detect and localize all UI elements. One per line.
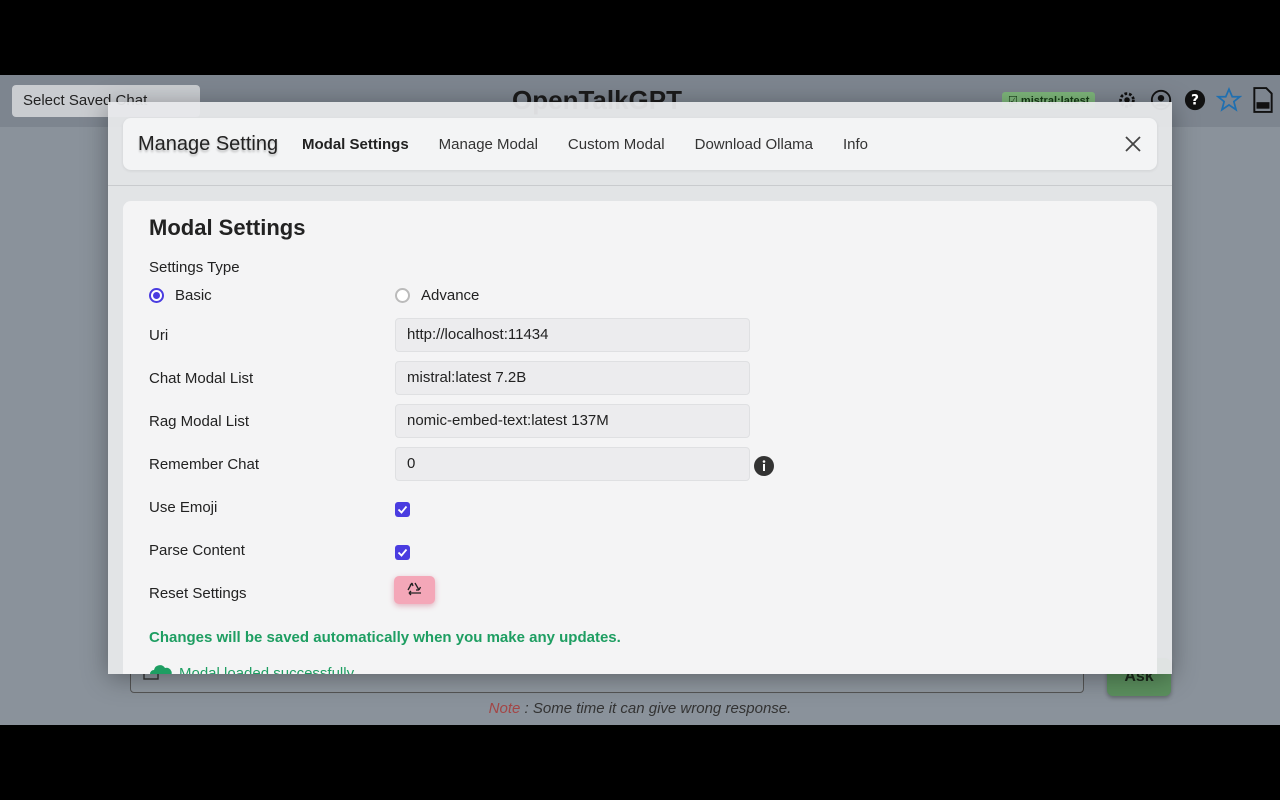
modal-header: Manage Setting Modal Settings Manage Mod… bbox=[123, 118, 1157, 170]
question-icon[interactable]: ? bbox=[1182, 87, 1208, 113]
parse-content-label: Parse Content bbox=[149, 542, 245, 559]
parse-content-checkbox[interactable] bbox=[395, 545, 410, 560]
uri-label: Uri bbox=[149, 327, 169, 344]
use-emoji-label: Use Emoji bbox=[149, 499, 218, 516]
reset-settings-label: Reset Settings bbox=[149, 585, 247, 602]
modal-tabs: Modal Settings Manage Modal Custom Modal… bbox=[302, 136, 868, 153]
cloud-icon bbox=[149, 663, 173, 674]
modal-settings-panel: Modal Settings Settings Type Basic Advan… bbox=[123, 201, 1157, 674]
note-label: Note bbox=[488, 700, 521, 717]
radio-advance-dot[interactable] bbox=[395, 288, 410, 303]
settings-type-label: Settings Type bbox=[149, 259, 240, 276]
uri-field[interactable]: http://localhost:11434 bbox=[395, 318, 750, 352]
recycle-icon bbox=[406, 582, 421, 596]
settings-modal: Manage Setting Modal Settings Manage Mod… bbox=[108, 102, 1172, 674]
header-divider bbox=[108, 185, 1172, 186]
tab-manage-modal[interactable]: Manage Modal bbox=[439, 136, 538, 153]
autosave-note: Changes will be saved automatically when… bbox=[149, 629, 621, 646]
tab-modal-settings[interactable]: Modal Settings bbox=[302, 136, 409, 153]
tab-download-ollama[interactable]: Download Ollama bbox=[695, 136, 813, 153]
rag-modal-select[interactable]: nomic-embed-text:latest 137M bbox=[395, 404, 750, 438]
star-icon[interactable] bbox=[1216, 87, 1242, 113]
chat-modal-select[interactable]: mistral:latest 7.2B bbox=[395, 361, 750, 395]
close-icon[interactable] bbox=[1121, 132, 1145, 156]
radio-basic[interactable]: Basic bbox=[149, 287, 212, 304]
status-message: Modal loaded successfully bbox=[149, 663, 354, 674]
radio-advance-label: Advance bbox=[421, 287, 480, 304]
info-icon[interactable] bbox=[753, 455, 775, 477]
chat-modal-label: Chat Modal List bbox=[149, 370, 254, 387]
radio-advance[interactable]: Advance bbox=[395, 287, 479, 304]
use-emoji-checkbox[interactable] bbox=[395, 502, 410, 517]
tab-info[interactable]: Info bbox=[843, 136, 868, 153]
remember-chat-label: Remember Chat bbox=[149, 456, 260, 473]
rag-modal-label: Rag Modal List bbox=[149, 413, 250, 430]
modal-title: Manage Setting bbox=[138, 133, 279, 155]
status-text: Modal loaded successfully bbox=[179, 664, 355, 675]
reset-settings-button[interactable] bbox=[394, 576, 435, 604]
tab-custom-modal[interactable]: Custom Modal bbox=[568, 136, 665, 153]
svg-text:?: ? bbox=[1191, 93, 1199, 109]
note-message: : Some time it can give wrong response. bbox=[520, 700, 792, 717]
remember-chat-input[interactable]: 0 bbox=[395, 447, 750, 481]
panel-heading: Modal Settings bbox=[149, 215, 306, 240]
radio-basic-dot[interactable] bbox=[149, 288, 164, 303]
note-text: Note : Some time it can give wrong respo… bbox=[0, 700, 1280, 717]
file-download-icon[interactable] bbox=[1250, 87, 1276, 113]
radio-basic-label: Basic bbox=[175, 287, 212, 304]
